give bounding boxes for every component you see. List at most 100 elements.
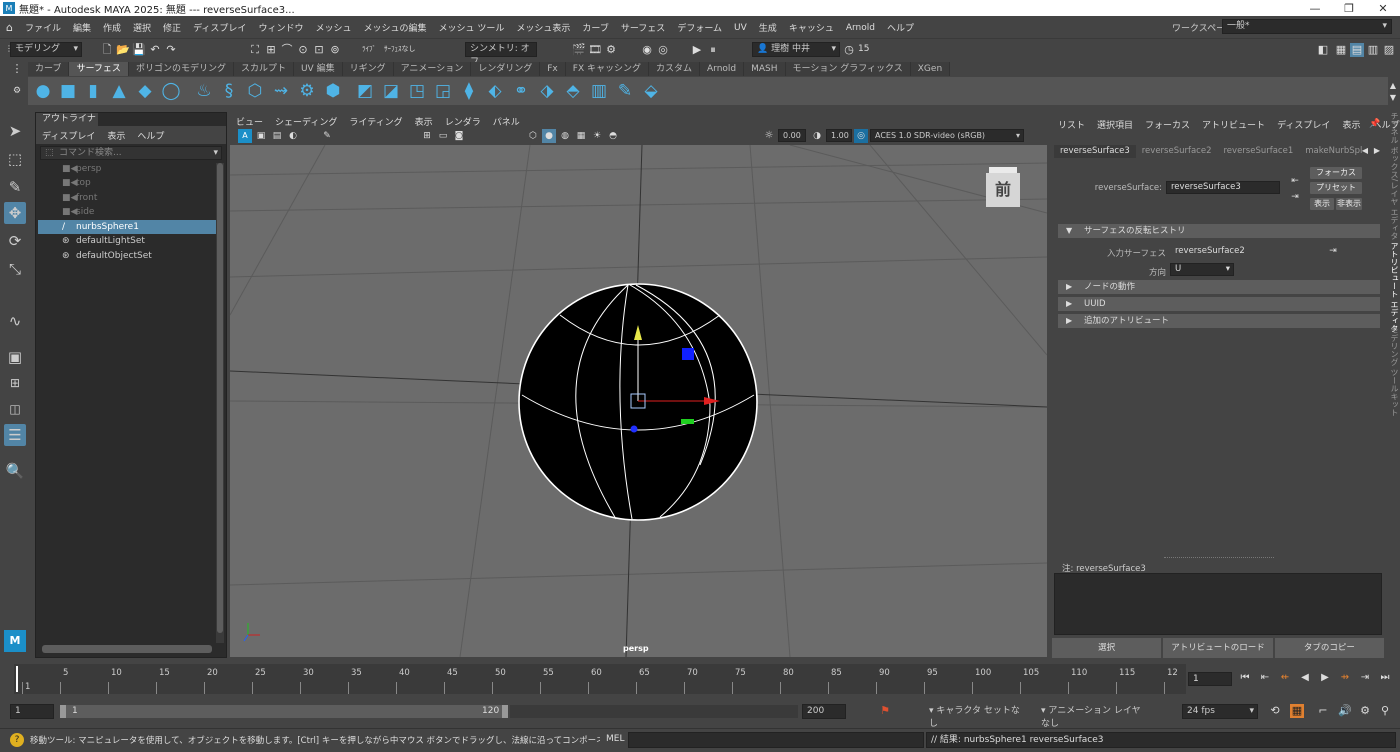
nurbs-torus-icon[interactable]: ◯	[160, 80, 182, 102]
manipulator-xz-plane-handle[interactable]	[681, 419, 694, 424]
side-tab-modeling-toolkit[interactable]: モデリング ツールキット	[1386, 326, 1400, 417]
pin-icon[interactable]: 📌	[1368, 117, 1382, 131]
nurbs-cube-icon[interactable]: ■	[57, 80, 79, 102]
two-d-pan-icon[interactable]: ◐	[286, 129, 300, 143]
open-close-icon[interactable]: ▥	[588, 80, 610, 102]
snap-grid-icon[interactable]: ⊞	[264, 43, 278, 57]
shelf-tab-arnold[interactable]: Arnold	[700, 62, 745, 76]
shelf-tab-fx[interactable]: Fx	[540, 62, 566, 76]
fps-select[interactable]: 24 fps ▾	[1182, 704, 1258, 719]
two-view-layout-icon[interactable]: ◫	[4, 398, 26, 420]
curve-tool-icon[interactable]: ∿	[4, 310, 26, 332]
outliner-item-front[interactable]: ■◀ front	[38, 191, 214, 205]
view-cube-front-face[interactable]: 前	[986, 173, 1020, 207]
align-surfaces-icon[interactable]: ⬘	[562, 80, 584, 102]
menu-arnold[interactable]: Arnold	[840, 23, 881, 33]
undo-icon[interactable]: ↶	[148, 43, 162, 57]
viewport-menu-shading[interactable]: シェーディング	[269, 115, 343, 128]
grease-pencil-icon[interactable]: ✎	[320, 129, 334, 143]
menu-mesh-display[interactable]: メッシュ表示	[510, 21, 576, 34]
range-start-handle[interactable]	[60, 705, 66, 718]
search-icon[interactable]: 🔍	[4, 460, 26, 482]
textured-icon[interactable]: ▦	[574, 129, 588, 143]
shelf-tab-uv-editing[interactable]: UV 編集	[293, 62, 343, 76]
render-icon[interactable]: 🎬	[572, 43, 586, 57]
shelf-tab-xgen[interactable]: XGen	[910, 62, 951, 76]
focus-button[interactable]: フォーカス	[1310, 167, 1362, 179]
notes-divider[interactable]	[1164, 557, 1274, 558]
show-button[interactable]: 表示	[1310, 198, 1334, 210]
step-back-frame-icon[interactable]: ⇷	[1278, 671, 1292, 685]
load-attributes-button[interactable]: アトリビュートのロード	[1163, 638, 1273, 658]
nurbs-cylinder-icon[interactable]: ▮	[82, 80, 104, 102]
menu-windows[interactable]: ウィンドウ	[252, 21, 309, 34]
shelf-tab-rendering[interactable]: レンダリング	[471, 62, 541, 76]
shelf-tab-mash[interactable]: MASH	[744, 62, 786, 76]
anim-layer-select[interactable]: ▾ アニメーション レイヤなし	[1036, 704, 1150, 729]
input-surface-field[interactable]: reverseSurface2	[1170, 245, 1320, 258]
copy-tab-button[interactable]: タブのコピー	[1274, 638, 1384, 658]
symmetry-select[interactable]: シンメトリ: オフ	[465, 42, 537, 67]
tab-reversesurface3[interactable]: reverseSurface3	[1054, 145, 1136, 158]
maximize-button[interactable]: ❐	[1332, 0, 1366, 16]
render-view-icon[interactable]: ◎	[656, 43, 670, 57]
nurbs-plane-icon[interactable]: ◆	[134, 80, 156, 102]
color-management-icon[interactable]: ◎	[854, 129, 868, 143]
snap-live-icon[interactable]: ⊚	[328, 43, 342, 57]
outliner-item-nurbssphere1[interactable]: ∕ nurbsSphere1	[38, 220, 216, 234]
menu-edit[interactable]: 編集	[67, 21, 97, 34]
go-to-end-icon[interactable]: ⏭	[1378, 671, 1392, 685]
arnold-render-icon[interactable]: ▶	[690, 43, 704, 57]
redo-icon[interactable]: ↷	[164, 43, 178, 57]
menu-edit-mesh[interactable]: メッシュの編集	[357, 21, 432, 34]
gamma-field[interactable]: 1.00	[826, 129, 852, 142]
menu-file[interactable]: ファイル	[19, 21, 67, 34]
input-connection-icon[interactable]: ⇤	[1288, 174, 1302, 188]
viewport-menu-panels[interactable]: パネル	[487, 115, 526, 128]
output-connection-icon[interactable]: ⇥	[1288, 190, 1302, 204]
menu-help[interactable]: ヘルプ	[881, 21, 920, 34]
ae-menu-list[interactable]: リスト	[1052, 118, 1091, 131]
time-slider[interactable]: 1 5 10 15 20 25 30 35 40 45 50 55 60 65 70 75 80 85 90 95 10…	[0, 662, 1400, 696]
sidebar-toggle-icon[interactable]: ◧	[1316, 43, 1330, 57]
outliner-item-side[interactable]: ■◀ side	[38, 205, 214, 219]
current-frame-field[interactable]: 1	[1188, 672, 1232, 686]
manipulator-z-handle[interactable]	[630, 425, 638, 433]
view-cube[interactable]: 前	[986, 167, 1020, 207]
section-extra-attributes[interactable]: ▶ 追加のアトリビュート	[1058, 314, 1380, 328]
surface-editing-icon[interactable]: ⬙	[640, 80, 662, 102]
range-bar[interactable]: 1 120	[60, 705, 508, 718]
menu-cache[interactable]: キャッシュ	[783, 21, 840, 34]
outliner-layout-icon[interactable]: ☰	[4, 424, 26, 446]
anim-prefs-icon[interactable]: ⚙	[1358, 704, 1372, 718]
outliner-menu-help[interactable]: ヘルプ	[131, 129, 170, 142]
animation-start-field[interactable]: 1	[10, 704, 54, 719]
shelf-scroll-down-icon[interactable]: ▼	[1386, 91, 1400, 105]
nurbs-cone-icon[interactable]: ▲	[108, 80, 130, 102]
single-layout-icon[interactable]: ▣	[4, 346, 26, 368]
side-tab-attribute-editor[interactable]: アトリビュート エディタ	[1386, 242, 1400, 333]
step-back-key-icon[interactable]: ⇤	[1258, 671, 1272, 685]
loop-icon[interactable]: ⟲	[1268, 704, 1282, 718]
ae-menu-focus[interactable]: フォーカス	[1139, 118, 1196, 131]
shelf-tab-surfaces[interactable]: サーフェス	[69, 62, 129, 76]
animation-end-field[interactable]: 200	[802, 704, 846, 719]
menu-mesh-tools[interactable]: メッシュ ツール	[432, 21, 510, 34]
viewport-canvas[interactable]: 前 persp	[230, 145, 1047, 657]
play-backwards-icon[interactable]: ◀	[1298, 671, 1312, 685]
scale-tool-icon[interactable]: ⤡	[4, 258, 26, 280]
four-view-layout-icon[interactable]: ⊞	[4, 372, 26, 394]
ae-menu-display[interactable]: ディスプレイ	[1271, 118, 1336, 131]
open-scene-icon[interactable]: 📂	[116, 43, 130, 57]
revolve-icon[interactable]: ♨	[193, 80, 215, 102]
shelf-tab-sculpting[interactable]: スカルプト	[233, 62, 294, 76]
menu-select[interactable]: 選択	[127, 21, 157, 34]
command-input[interactable]	[628, 732, 924, 748]
rotate-tool-icon[interactable]: ⟳	[4, 230, 26, 252]
menu-modify[interactable]: 修正	[157, 21, 187, 34]
manipulator-yz-plane-handle[interactable]	[682, 348, 694, 360]
view-transform-select[interactable]: ACES 1.0 SDR-video (sRGB) ▾	[870, 129, 1024, 142]
presets-button[interactable]: プリセット	[1310, 182, 1362, 194]
bookmark-icon[interactable]: ⌐	[1316, 704, 1330, 718]
viewport-menu-renderer[interactable]: レンダラ	[439, 115, 487, 128]
